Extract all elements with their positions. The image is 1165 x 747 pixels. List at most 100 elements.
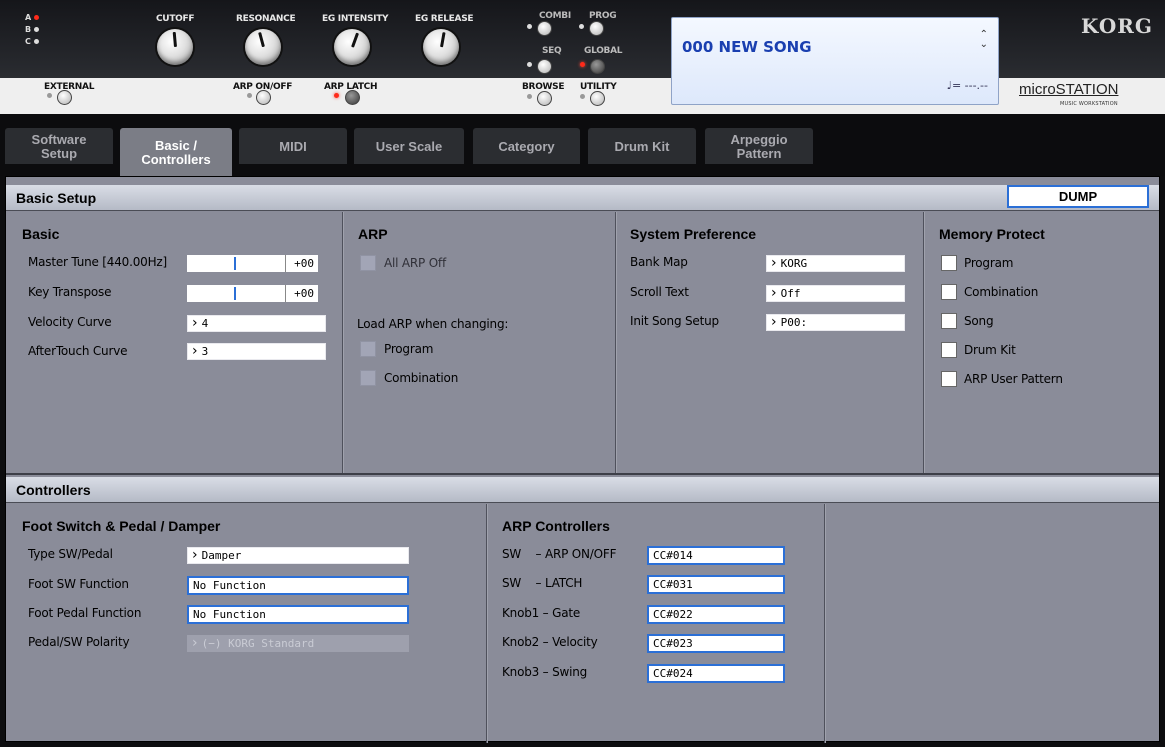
arp-onoff-button[interactable] [256,90,271,105]
seq-label: SEQ [542,46,562,56]
song-display: 000 NEW SONG ⌃ ⌄ ♩= ---.-- [671,17,999,105]
external-label: EXTERNAL [44,82,95,92]
eg-intensity-label: EG INTENSITY [322,14,389,24]
arp-controllers-title: ARP Controllers [502,518,610,534]
slider-marker [234,287,236,300]
browse-button[interactable] [537,91,552,106]
tab-basic-controllers[interactable]: Basic / Controllers [120,128,232,176]
arp-ctrl-sw-latch-label: SW – LATCH [502,576,583,590]
master-tune-slider[interactable]: +00 [187,255,318,272]
arp-ctrl-sw-latch-field[interactable]: CC#031 [647,575,785,594]
global-label: GLOBAL [584,46,623,56]
load-arp-program-label: Program [384,342,434,356]
velocity-curve-select[interactable]: 4 [187,315,326,332]
global-button[interactable] [590,59,605,74]
protect-program-label: Program [964,256,1014,270]
bank-a-led [34,14,40,20]
bank-c-label: C [25,36,31,46]
foot-sw-function-field[interactable]: No Function [187,576,409,595]
external-led [47,93,52,98]
basic-setup-header: Basic Setup [6,185,1159,211]
type-sw-pedal-select[interactable]: Damper [187,547,409,564]
foot-switch-title: Foot Switch & Pedal / Damper [22,518,221,534]
init-song-setup-select[interactable]: P00: [766,314,905,331]
controllers-header: Controllers [6,477,1159,503]
scroll-text-select[interactable]: Off [766,285,905,302]
system-preference-title: System Preference [630,226,757,242]
pedal-sw-polarity-select: (−) KORG Standard [187,635,409,652]
utility-button[interactable] [590,91,605,106]
tab-midi[interactable]: MIDI [239,128,347,164]
song-name: 000 NEW SONG [682,38,812,56]
protect-drum-kit-checkbox[interactable] [941,342,957,358]
bank-b-label: B [25,24,32,34]
protect-song-checkbox[interactable] [941,313,957,329]
foot-pedal-function-label: Foot Pedal Function [28,606,142,620]
arp-ctrl-sw-onoff-field[interactable]: CC#014 [647,546,785,565]
bank-map-select[interactable]: KORG [766,255,905,272]
protect-combination-label: Combination [964,285,1039,299]
arp-ctrl-knob2-label: Knob2 – Velocity [502,635,598,649]
type-sw-pedal-label: Type SW/Pedal [28,547,113,561]
resonance-knob[interactable] [245,29,281,65]
seq-led [527,62,532,67]
eg-intensity-knob[interactable] [334,29,370,65]
eg-release-knob[interactable] [423,29,459,65]
tab-user-scale[interactable]: User Scale [354,128,464,164]
load-arp-combination-label: Combination [384,371,459,385]
aftertouch-curve-label: AfterTouch Curve [28,344,128,358]
foot-sw-function-label: Foot SW Function [28,577,129,591]
protect-program-checkbox[interactable] [941,255,957,271]
main-content: Basic Setup DUMP Basic Master Tune [440.… [5,176,1160,743]
foot-pedal-function-field[interactable]: No Function [187,605,409,624]
divider [615,212,617,474]
microstation-logo: microSTATION [1019,81,1119,98]
browse-led [527,94,532,99]
protect-drum-kit-label: Drum Kit [964,343,1016,357]
combi-led [527,24,532,29]
tab-arpeggio-pattern[interactable]: Arpeggio Pattern [705,128,813,164]
key-transpose-slider[interactable]: +00 [187,285,318,302]
all-arp-off-label: All ARP Off [384,256,446,270]
protect-arp-user-pattern-checkbox[interactable] [941,371,957,387]
tab-software-setup[interactable]: Software Setup [5,128,113,164]
tab-drum-kit[interactable]: Drum Kit [588,128,696,164]
song-scroll-arrows[interactable]: ⌃ ⌄ [980,30,988,50]
resonance-label: RESONANCE [236,14,296,24]
arp-ctrl-knob3-field[interactable]: CC#024 [647,664,785,683]
all-arp-off-checkbox[interactable] [360,255,376,271]
arp-title: ARP [358,226,388,242]
memory-protect-title: Memory Protect [939,226,1045,242]
bank-indicator: A B C [25,11,40,47]
bank-b-led [34,26,40,32]
cutoff-knob[interactable] [157,29,193,65]
seq-button[interactable] [537,59,552,74]
combi-button[interactable] [537,21,552,36]
load-arp-label: Load ARP when changing: [357,317,509,331]
external-button[interactable] [57,90,72,105]
master-tune-value: +00 [285,255,317,272]
chevron-down-icon[interactable]: ⌄ [980,40,988,50]
arp-ctrl-knob2-field[interactable]: CC#023 [647,634,785,653]
tab-bar: Software Setup Basic / Controllers MIDI … [0,114,1165,176]
divider [824,504,826,743]
utility-led [580,94,585,99]
prog-button[interactable] [589,21,604,36]
microstation-subtitle: MUSIC WORKSTATION [1060,101,1118,107]
basic-title: Basic [22,226,60,242]
arp-ctrl-knob1-field[interactable]: CC#022 [647,605,785,624]
arp-latch-button[interactable] [345,90,360,105]
divider [486,504,488,743]
load-arp-program-checkbox[interactable] [360,341,376,357]
key-transpose-value: +00 [285,285,317,302]
dump-button[interactable]: DUMP [1007,185,1149,208]
aftertouch-curve-select[interactable]: 3 [187,343,326,360]
load-arp-combination-checkbox[interactable] [360,370,376,386]
bank-c-led [33,38,39,44]
bank-a-label: A [25,12,32,22]
eg-release-label: EG RELEASE [415,14,474,24]
pedal-sw-polarity-label: Pedal/SW Polarity [28,635,130,649]
tab-category[interactable]: Category [473,128,580,164]
bank-map-label: Bank Map [630,255,688,269]
protect-combination-checkbox[interactable] [941,284,957,300]
